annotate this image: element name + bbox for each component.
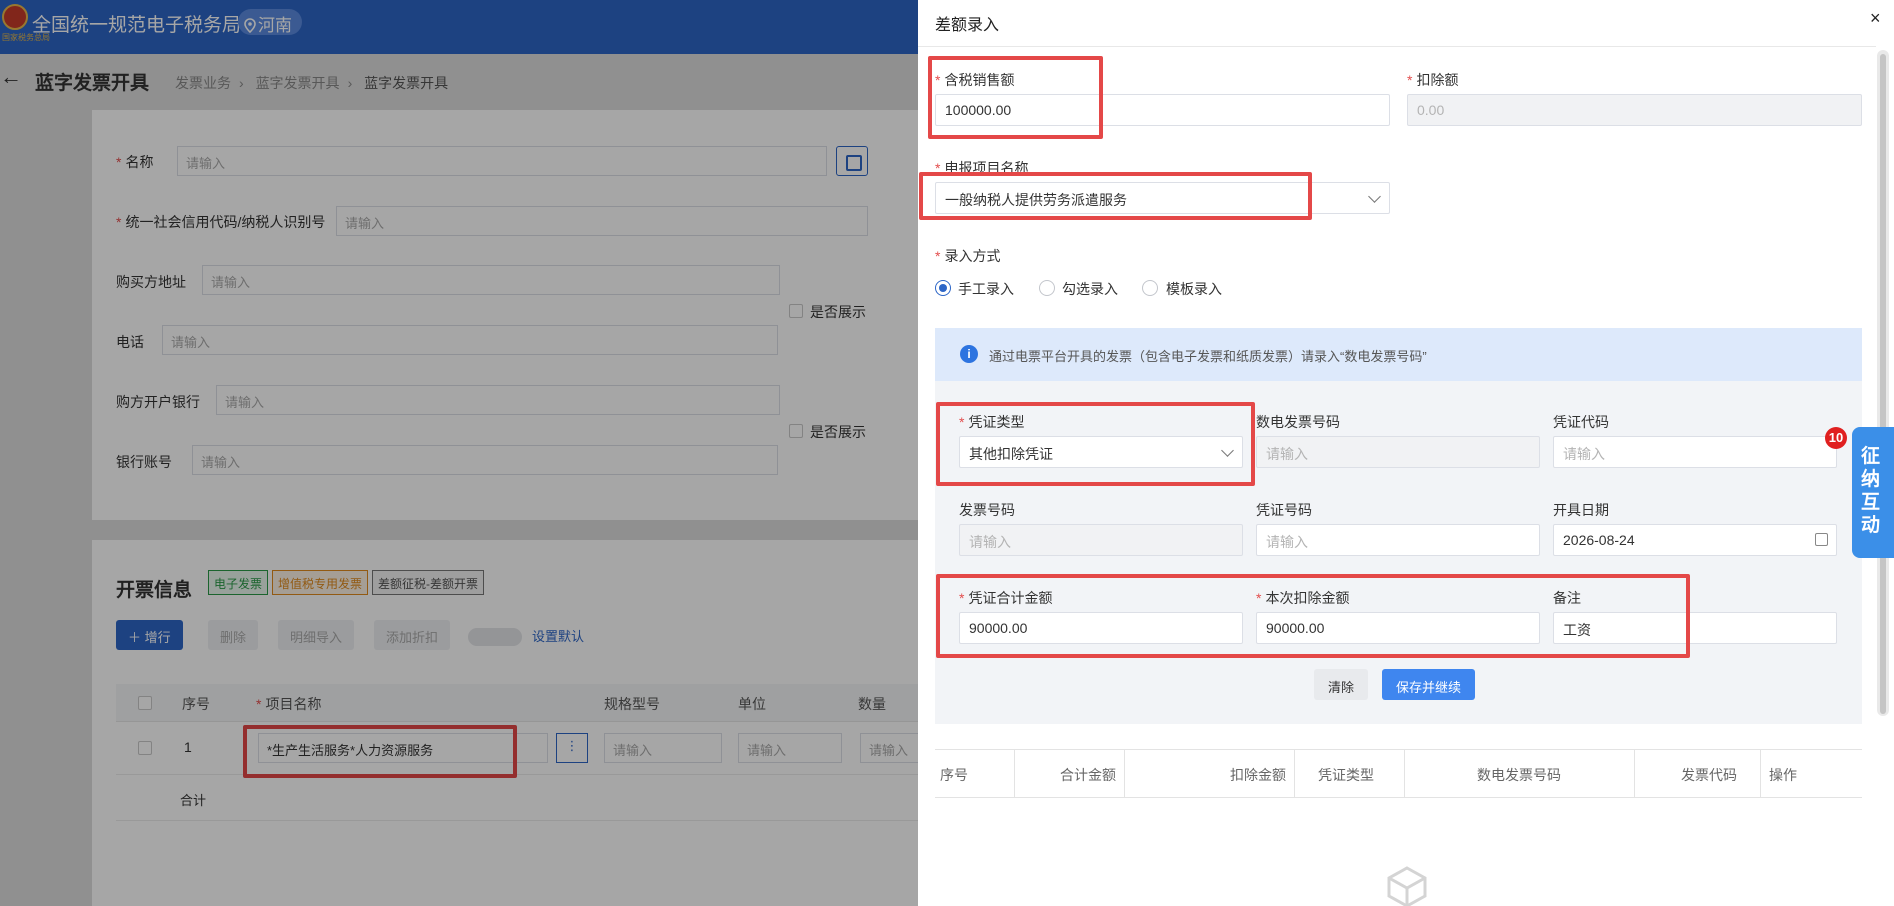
tcol-voucher-type: 凭证类型 — [1318, 767, 1374, 783]
tcol-total: 合计金额 — [1060, 767, 1116, 783]
tcol-invoice-code: 发票代码 — [1681, 767, 1737, 783]
radio-manual-label[interactable]: 手工录入 — [958, 279, 1014, 299]
col-divider — [1760, 750, 1761, 797]
col-divider — [1294, 750, 1295, 797]
interaction-widget-label[interactable]: 征纳互动 — [1861, 445, 1883, 537]
chevron-down-icon — [1368, 190, 1381, 203]
digital-invoice-no-label: 数电发票号码 — [1256, 414, 1340, 430]
deduction-input[interactable]: 0.00 — [1407, 94, 1862, 126]
deduction-label: * 扣除额 — [1407, 72, 1459, 88]
tcol-digital-no: 数电发票号码 — [1477, 767, 1561, 783]
voucher-no-label: 凭证号码 — [1256, 502, 1312, 518]
col-divider — [1124, 750, 1125, 797]
radio-template[interactable] — [1142, 280, 1158, 296]
empty-box-icon — [1387, 866, 1427, 906]
voucher-code-label: 凭证代码 — [1553, 414, 1609, 430]
drawer-scrollbar-thumb[interactable] — [1880, 54, 1886, 714]
radio-select[interactable] — [1039, 280, 1055, 296]
close-icon[interactable]: × — [1870, 8, 1881, 29]
col-divider — [1634, 750, 1635, 797]
radio-template-label[interactable]: 模板录入 — [1166, 279, 1222, 299]
annotation-box-sales — [928, 56, 1103, 139]
entry-method-label: * 录入方式 — [935, 248, 1001, 264]
annotation-box-voucher-type — [936, 402, 1255, 486]
save-continue-button[interactable]: 保存并继续 — [1382, 669, 1476, 700]
info-text: 通过电票平台开具的发票（包含电子发票和纸质发票）请录入“数电发票号码” — [989, 349, 1427, 364]
issue-date-input[interactable]: 2026-08-24 — [1553, 524, 1837, 556]
invoice-no-input[interactable]: 请输入 — [959, 524, 1243, 556]
annotation-box-amounts — [936, 574, 1690, 658]
col-divider — [1404, 750, 1405, 797]
notification-badge: 10 — [1825, 427, 1847, 449]
drawer-title: 差额录入 — [935, 17, 1000, 34]
col-divider — [1014, 750, 1015, 797]
annotation-box-project — [919, 172, 1312, 220]
digital-invoice-no-input[interactable]: 请输入 — [1256, 436, 1540, 468]
radio-select-label[interactable]: 勾选录入 — [1062, 279, 1118, 299]
info-icon: i — [960, 345, 978, 363]
tcol-action: 操作 — [1769, 767, 1797, 783]
clear-button[interactable]: 清除 — [1314, 669, 1369, 700]
voucher-no-input[interactable]: 请输入 — [1256, 524, 1540, 556]
tcol-index: 序号 — [940, 767, 968, 783]
radio-manual[interactable] — [935, 280, 951, 296]
voucher-code-input[interactable]: 请输入 — [1553, 436, 1837, 468]
calendar-icon[interactable] — [1815, 533, 1828, 546]
modal-overlay[interactable] — [0, 0, 918, 906]
invoice-no-label: 发票号码 — [959, 502, 1015, 518]
tcol-deduction: 扣除金额 — [1230, 767, 1286, 783]
issue-date-label: 开具日期 — [1553, 502, 1609, 518]
drawer-header-divider — [918, 46, 1876, 47]
